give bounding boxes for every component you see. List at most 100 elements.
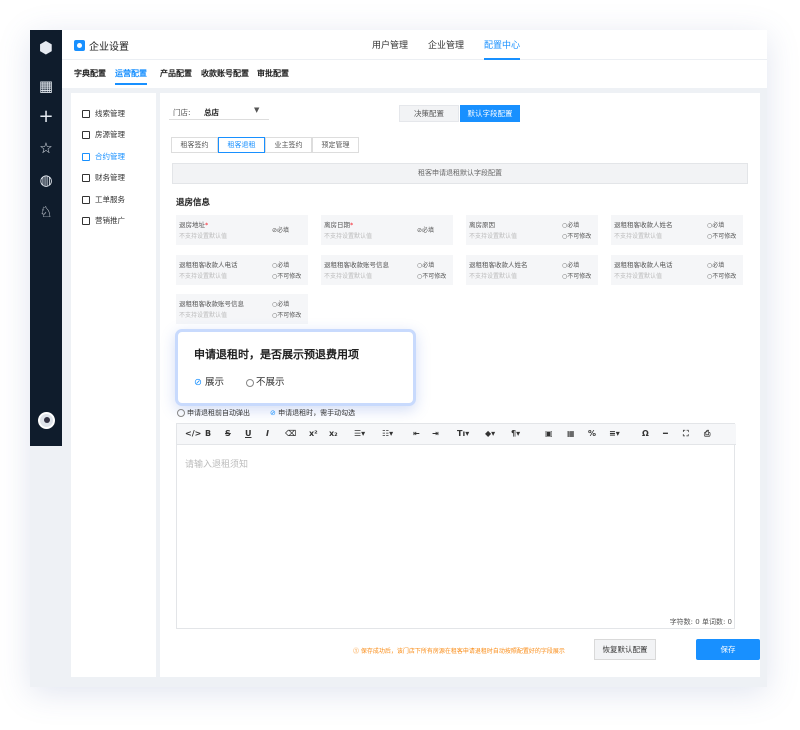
outdent-icon[interactable]: ⇤ bbox=[413, 429, 420, 438]
indent-icon[interactable]: ⇥ bbox=[432, 429, 439, 438]
default-field-config-button[interactable]: 默认字段配置 bbox=[460, 105, 520, 122]
top-bar: 企业设置 用户管理 企业管理 配置中心 bbox=[62, 30, 767, 60]
subnav-payment-accounts[interactable]: 收款账号配置 bbox=[201, 68, 249, 79]
readonly-radio[interactable]: ○不可修改 bbox=[562, 231, 591, 240]
sidebar-item-workorders[interactable]: 工单服务 bbox=[82, 194, 125, 205]
readonly-radio[interactable]: ○不可修改 bbox=[707, 231, 736, 240]
editor-toolbar: </> B S U I ⌫ x² x₂ ☰▾ ☷▾ ⇤ ⇥ Tı▾ ◆▾ ¶▾ … bbox=[177, 424, 736, 445]
required-radio[interactable]: ○必填 bbox=[272, 299, 289, 308]
readonly-radio[interactable]: ○不可修改 bbox=[272, 271, 301, 280]
reset-default-button[interactable]: 恢复默认配置 bbox=[594, 639, 656, 660]
required-radio[interactable]: ○必填 bbox=[562, 260, 579, 269]
link-icon[interactable]: % bbox=[588, 429, 596, 438]
color-icon[interactable]: ◆▾ bbox=[485, 429, 495, 438]
table-icon[interactable]: ▦ bbox=[567, 429, 575, 438]
icon-rail: ⬢ ▦ + ☆ ◍ ♘ bbox=[30, 30, 62, 446]
tab-tenant-signing[interactable]: 租客签约 bbox=[171, 137, 218, 153]
show-option[interactable]: ⊘ 展示 bbox=[194, 374, 224, 388]
app-title: 企业设置 bbox=[89, 42, 129, 53]
sidebar-item-finance[interactable]: 财务管理 bbox=[82, 172, 125, 183]
hide-option[interactable]: 不展示 bbox=[246, 374, 285, 388]
field-card: 退租租客收款人姓名 不支持设置默认值 ○必填 ○不可修改 bbox=[611, 215, 743, 245]
topnav-enterprise[interactable]: 企业管理 bbox=[428, 38, 464, 51]
manual-check-radio[interactable]: ⊘ 申请退租时，需手动勾选 bbox=[270, 408, 355, 418]
image-icon[interactable]: ▣ bbox=[545, 429, 553, 438]
print-icon[interactable]: ⎙ bbox=[704, 429, 710, 439]
bullet-list-icon[interactable]: ☰▾ bbox=[354, 429, 365, 438]
rich-text-editor[interactable]: </> B S U I ⌫ x² x₂ ☰▾ ☷▾ ⇤ ⇥ Tı▾ ◆▾ ¶▾ … bbox=[176, 423, 736, 629]
code-icon[interactable]: </> bbox=[185, 429, 201, 438]
field-card: 退租租客收款账号信息 不支持设置默认值 ○必填 ○不可修改 bbox=[321, 255, 453, 285]
field-card: 离房日期* 不支持设置默认值 ⊘必填 bbox=[321, 215, 453, 245]
store-value[interactable]: 总店 bbox=[204, 107, 219, 118]
prerefund-popup: 申请退租时，是否展示预退费用项 ⊘ 展示 不展示 bbox=[175, 329, 416, 406]
main-panel: 门店: 总店 ▼ 决策配置 默认字段配置 租客签约 租客退租 业主签约 预定管理… bbox=[160, 93, 760, 677]
marketing-icon bbox=[82, 216, 90, 225]
align-icon[interactable]: ≡▾ bbox=[609, 429, 620, 438]
star-icon[interactable]: ☆ bbox=[30, 138, 62, 158]
field-card: 离房原因 不支持设置默认值 ○必填 ○不可修改 bbox=[466, 215, 598, 245]
app-gear-icon bbox=[74, 40, 85, 51]
readonly-radio[interactable]: ○不可修改 bbox=[707, 271, 736, 280]
superscript-icon[interactable]: x² bbox=[309, 429, 318, 438]
sidebar-item-listings[interactable]: 房源管理 bbox=[82, 129, 125, 140]
config-banner: 租客申请退租默认字段配置 bbox=[172, 163, 748, 184]
font-size-icon[interactable]: Tı▾ bbox=[457, 429, 469, 438]
subnav-product[interactable]: 产品配置 bbox=[160, 68, 192, 79]
sidebar-item-marketing[interactable]: 营销推广 bbox=[82, 215, 125, 226]
eraser-icon[interactable]: ⌫ bbox=[285, 429, 296, 438]
tab-owner-signing[interactable]: 业主签约 bbox=[265, 137, 312, 153]
sidebar-item-contracts[interactable]: 合约管理 bbox=[82, 151, 125, 162]
apps-icon[interactable]: ▦ bbox=[30, 76, 62, 96]
required-radio[interactable]: ○必填 bbox=[272, 260, 289, 269]
fullscreen-icon[interactable]: ⛶ bbox=[683, 429, 689, 439]
auto-popup-radio[interactable]: 申请退租前自动弹出 bbox=[177, 408, 250, 418]
field-card: 退租租客收款人电话 不支持设置默认值 ○必填 ○不可修改 bbox=[611, 255, 743, 285]
radio-icon bbox=[246, 378, 254, 387]
decision-config-button[interactable]: 决策配置 bbox=[399, 105, 459, 122]
required-check[interactable]: ⊘必填 bbox=[272, 225, 289, 234]
plus-icon[interactable]: + bbox=[30, 107, 62, 127]
required-check[interactable]: ⊘必填 bbox=[417, 225, 434, 234]
field-card: 退租租客收款账号信息 不支持设置默认值 ○必填 ○不可修改 bbox=[176, 294, 308, 324]
save-hint: ⓵ 保存成功后，该门店下所有房源在租客申请退租时自动按照配置好的字段展示 bbox=[353, 648, 565, 655]
required-radio[interactable]: ○必填 bbox=[562, 220, 579, 229]
readonly-radio[interactable]: ○不可修改 bbox=[272, 310, 301, 319]
tab-reservation[interactable]: 预定管理 bbox=[312, 137, 359, 153]
omega-icon[interactable]: Ω bbox=[642, 429, 649, 438]
readonly-radio[interactable]: ○不可修改 bbox=[417, 271, 446, 280]
strikethrough-icon[interactable]: S bbox=[225, 429, 231, 438]
bold-icon[interactable]: B bbox=[205, 429, 211, 438]
required-radio[interactable]: ○必填 bbox=[707, 220, 724, 229]
required-radio[interactable]: ○必填 bbox=[417, 260, 434, 269]
subnav-operations[interactable]: 运营配置 bbox=[115, 68, 147, 85]
tab-tenant-checkout[interactable]: 租客退租 bbox=[218, 137, 265, 153]
readonly-radio[interactable]: ○不可修改 bbox=[562, 271, 591, 280]
paragraph-icon[interactable]: ¶▾ bbox=[511, 429, 520, 438]
underline-icon[interactable]: U bbox=[245, 429, 252, 438]
field-card: 退租租客收款人电话 不支持设置默认值 ○必填 ○不可修改 bbox=[176, 255, 308, 285]
contract-icon bbox=[82, 152, 90, 161]
avatar[interactable] bbox=[38, 412, 55, 429]
save-button[interactable]: 保存 bbox=[696, 639, 760, 660]
sidebar-item-leads[interactable]: 线索管理 bbox=[82, 108, 125, 119]
topnav-config-center[interactable]: 配置中心 bbox=[484, 38, 521, 60]
caret-down-icon[interactable]: ▼ bbox=[254, 106, 259, 114]
finance-icon bbox=[82, 173, 90, 182]
subscript-icon[interactable]: x₂ bbox=[329, 429, 338, 438]
italic-icon[interactable]: I bbox=[266, 429, 269, 438]
cube-logo-icon[interactable]: ⬢ bbox=[30, 38, 62, 58]
building-icon bbox=[82, 130, 90, 139]
subnav-approval[interactable]: 审批配置 bbox=[257, 68, 289, 79]
check-circle-icon: ⊘ bbox=[194, 377, 202, 388]
leads-icon bbox=[82, 109, 90, 118]
hr-icon[interactable]: ━ bbox=[663, 429, 668, 438]
bell-icon[interactable]: ♘ bbox=[30, 202, 62, 222]
service-icon bbox=[82, 195, 90, 204]
required-radio[interactable]: ○必填 bbox=[707, 260, 724, 269]
field-card: 退房地址* 不支持设置默认值 ⊘必填 bbox=[176, 215, 308, 245]
ordered-list-icon[interactable]: ☷▾ bbox=[382, 429, 393, 438]
topnav-users[interactable]: 用户管理 bbox=[372, 38, 408, 51]
subnav-dictionary[interactable]: 字典配置 bbox=[74, 68, 106, 79]
money-bag-icon[interactable]: ◍ bbox=[30, 170, 62, 190]
